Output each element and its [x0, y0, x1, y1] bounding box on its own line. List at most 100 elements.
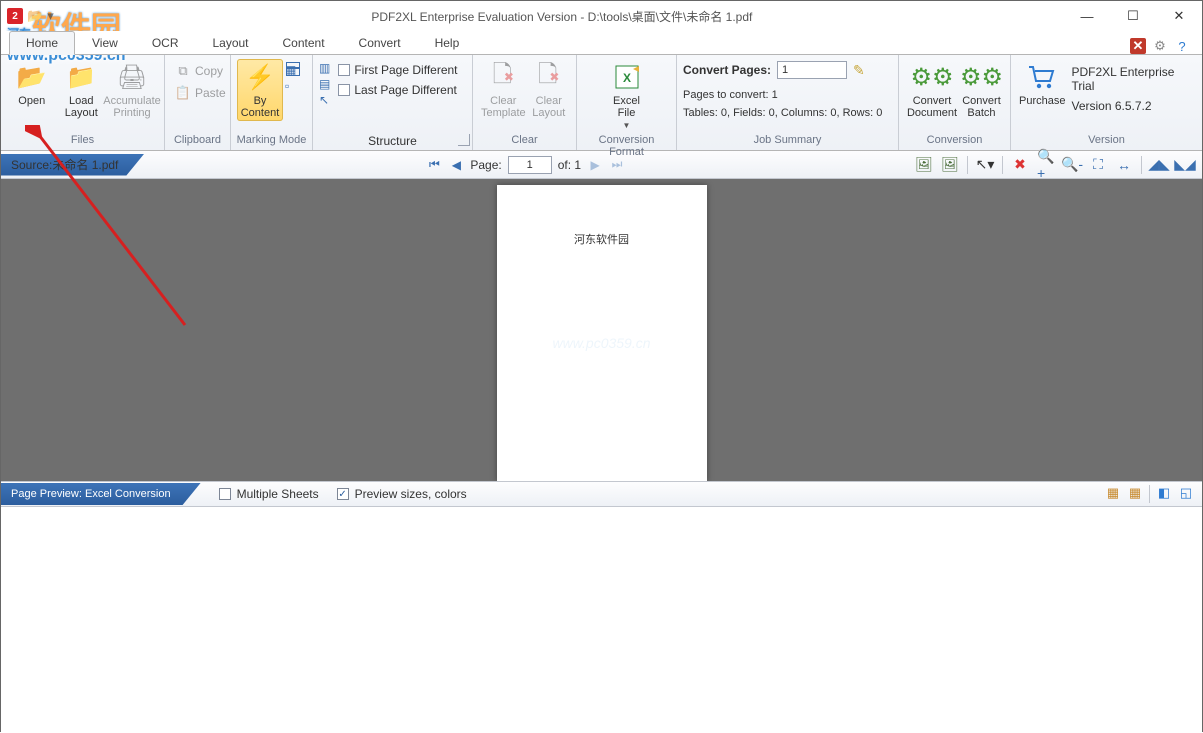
load-layout-button[interactable]: 📁 Load Layout	[57, 59, 107, 121]
job-summary-counts: Tables: 0, Fields: 0, Columns: 0, Rows: …	[683, 107, 892, 119]
flip-v-icon[interactable]: ◣◢	[1176, 156, 1194, 174]
fit-width-icon[interactable]: ↔	[1115, 156, 1133, 174]
preview-split-icon[interactable]: ◧	[1156, 485, 1172, 501]
group-label: Conversion Format	[577, 134, 676, 150]
help-icon[interactable]: ?	[1174, 38, 1190, 54]
folder-open-icon: 📂	[16, 61, 48, 93]
preview-window-icon[interactable]: ◱	[1178, 485, 1194, 501]
multiple-sheets-toggle[interactable]: Multiple Sheets	[219, 487, 319, 501]
first-page-different-toggle[interactable]: First Page Different	[334, 61, 461, 79]
page-watermark: www.pc0359.cn	[497, 335, 707, 351]
paste-button: 📋Paste	[171, 83, 230, 103]
cart-icon	[1026, 61, 1058, 93]
svg-text:X: X	[622, 71, 630, 85]
group-structure: ▥ ▤ ↖ First Page Different Last Page Dif…	[313, 55, 473, 150]
tab-view[interactable]: View	[75, 31, 135, 55]
page-body-text: 河东软件园	[497, 231, 707, 247]
preview-pane[interactable]	[1, 507, 1202, 733]
zoom-out-icon[interactable]: 🔍-	[1063, 156, 1081, 174]
maximize-button[interactable]: ☐	[1110, 1, 1156, 31]
ribbon: 📂 Open 📁 Load Layout 🖨 Accumulate Printi…	[1, 55, 1202, 151]
group-label: Conversion	[899, 134, 1010, 150]
tab-help[interactable]: Help	[418, 31, 477, 55]
source-chip: Source: 未命名 1.pdf	[1, 154, 144, 176]
last-page-different-toggle[interactable]: Last Page Different	[334, 81, 461, 99]
group-label: Job Summary	[677, 134, 898, 150]
view-tools: 🖼 🖼 ↖▾ ✖ 🔍+ 🔍- ⛶ ↔ ◢◣ ◣◢	[907, 156, 1202, 174]
preview-sizes-colors-toggle[interactable]: Preview sizes, colors	[337, 487, 467, 501]
flip-h-icon[interactable]: ◢◣	[1150, 156, 1168, 174]
last-page-icon[interactable]: ⏭	[609, 157, 625, 173]
group-conversion-format: X Excel File ▼ Conversion Format	[577, 55, 677, 150]
tab-content[interactable]: Content	[266, 31, 342, 55]
delete-red-icon[interactable]: ✖	[1011, 156, 1029, 174]
page-number-input[interactable]	[508, 156, 552, 174]
copy-icon: ⧉	[175, 63, 191, 79]
clear-layout-icon: 🗋✖	[533, 61, 565, 93]
pointer-icon[interactable]: ↖▾	[976, 156, 994, 174]
preview-grid2-icon[interactable]: ▦	[1127, 485, 1143, 501]
qat-open-icon[interactable]: 📂	[27, 8, 43, 24]
purchase-button[interactable]: Purchase	[1017, 59, 1067, 109]
open-button[interactable]: 📂 Open	[7, 59, 57, 109]
export-image-icon[interactable]: 🖼	[915, 156, 933, 174]
convert-batch-button[interactable]: ⚙⚙ Convert Batch	[959, 59, 1004, 121]
group-label: Files	[1, 134, 164, 150]
folder-layout-icon: 📁	[65, 61, 97, 93]
clear-template-icon: 🗋✖	[487, 61, 519, 93]
close-ribbon-icon[interactable]: ✕	[1130, 38, 1146, 54]
convert-pages-input[interactable]	[777, 61, 847, 79]
clear-template-button: 🗋✖ Clear Template	[479, 59, 528, 121]
group-label: Version	[1011, 134, 1202, 150]
document-toolbar: Source: 未命名 1.pdf ⏮ ◀ Page: of: 1 ▶ ⏭ 🖼 …	[1, 151, 1202, 179]
tab-convert[interactable]: Convert	[342, 31, 418, 55]
convert-pages-label: Convert Pages:	[683, 63, 771, 77]
by-content-button[interactable]: ⚡ By Content	[237, 59, 283, 121]
next-page-icon[interactable]: ▶	[587, 157, 603, 173]
pages-to-convert-text: Pages to convert: 1	[683, 89, 892, 101]
prev-page-icon[interactable]: ◀	[448, 157, 464, 173]
document-viewport[interactable]: 河东软件园 www.pc0359.cn	[1, 179, 1202, 481]
tab-home[interactable]: Home	[9, 31, 75, 55]
group-version: Purchase PDF2XL Enterprise Trial Version…	[1011, 55, 1202, 150]
structure-row-icon[interactable]: ▤	[319, 77, 330, 91]
fit-page-icon[interactable]: ⛶	[1089, 156, 1107, 174]
gears-batch-icon: ⚙⚙	[966, 61, 998, 93]
lightning-table-icon: ⚡	[244, 61, 276, 93]
structure-cursor-icon[interactable]: ↖	[319, 93, 330, 107]
export-image2-icon[interactable]: 🖼	[941, 156, 959, 174]
settings-gear-icon[interactable]: ⚙	[1152, 38, 1168, 54]
excel-icon: X	[611, 61, 643, 93]
preview-toolbar: Page Preview: Excel Conversion Multiple …	[1, 481, 1202, 507]
group-marking-mode: ⚡ By Content ▦ ▫ Marking Mode	[231, 55, 313, 150]
close-button[interactable]: ✕	[1156, 1, 1202, 31]
edit-pages-icon[interactable]: ✎	[853, 62, 865, 79]
page-navigator: ⏮ ◀ Page: of: 1 ▶ ⏭	[426, 156, 625, 174]
copy-button: ⧉Copy	[171, 61, 230, 81]
convert-document-button[interactable]: ⚙⚙ Convert Document	[905, 59, 959, 121]
group-clear: 🗋✖ Clear Template 🗋✖ Clear Layout Clear	[473, 55, 577, 150]
zoom-in-icon[interactable]: 🔍+	[1037, 156, 1055, 174]
group-label: Clipboard	[165, 134, 230, 150]
title-bar: 2 📂 ▾ PDF2XL Enterprise Evaluation Versi…	[1, 1, 1202, 31]
quick-access-toolbar: 2 📂 ▾	[1, 8, 60, 24]
page-of-label: of: 1	[558, 158, 581, 172]
minimize-button[interactable]: —	[1064, 1, 1110, 31]
window-title: PDF2XL Enterprise Evaluation Version - D…	[60, 8, 1064, 25]
tab-layout[interactable]: Layout	[195, 31, 265, 55]
group-conversion: ⚙⚙ Convert Document ⚙⚙ Convert Batch Con…	[899, 55, 1011, 150]
qat-dropdown-icon[interactable]: ▾	[47, 8, 54, 24]
excel-file-button[interactable]: X Excel File ▼	[603, 59, 651, 132]
tab-ocr[interactable]: OCR	[135, 31, 196, 55]
paste-icon: 📋	[175, 85, 191, 101]
preview-grid1-icon[interactable]: ▦	[1105, 485, 1121, 501]
checkbox-icon	[219, 488, 231, 500]
marking-cell-icon[interactable]: ▫	[285, 79, 296, 93]
structure-launcher-icon[interactable]	[458, 134, 470, 146]
first-page-icon[interactable]: ⏮	[426, 157, 442, 173]
group-job-summary: Convert Pages: ✎ Pages to convert: 1 Tab…	[677, 55, 899, 150]
structure-col-icon[interactable]: ▥	[319, 61, 330, 75]
version-line2: Version 6.5.7.2	[1071, 99, 1192, 113]
group-label: Marking Mode	[231, 134, 312, 150]
group-files: 📂 Open 📁 Load Layout 🖨 Accumulate Printi…	[1, 55, 165, 150]
